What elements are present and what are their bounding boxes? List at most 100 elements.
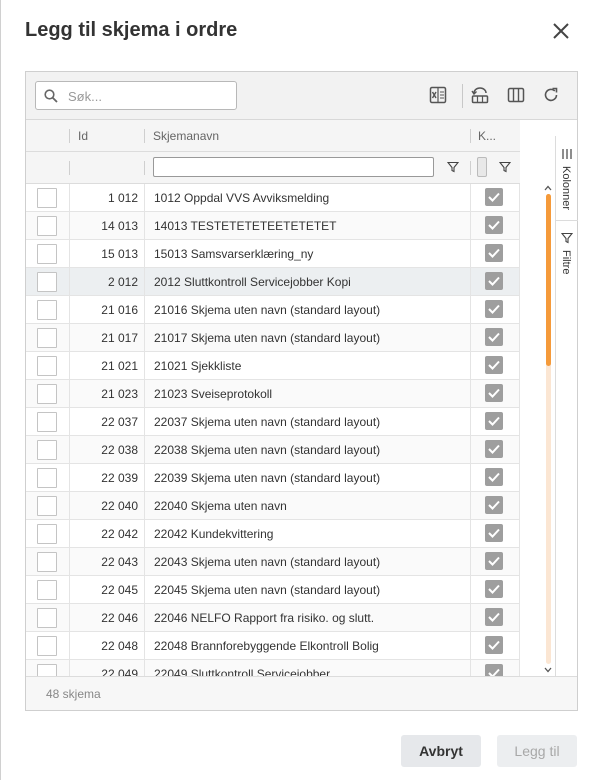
row-k-checkbox [485, 216, 503, 234]
row-select-checkbox[interactable] [37, 524, 57, 544]
column-separator [144, 492, 145, 520]
columns-button[interactable] [506, 85, 528, 107]
column-header-k[interactable]: K... [478, 120, 496, 152]
row-select-checkbox[interactable] [37, 664, 57, 676]
table-row[interactable]: 22 049 22049 Sluttkontroll Servicejobber [26, 660, 520, 676]
table-row[interactable]: 22 039 22039 Skjema uten navn (standard l… [26, 464, 520, 492]
row-id: 14 013 [101, 219, 138, 233]
search-input[interactable] [66, 86, 231, 106]
row-select-checkbox[interactable] [37, 580, 57, 600]
column-header-id[interactable]: Id [78, 120, 88, 152]
grid-body: 1 012 1012 Oppdal VVS Avviksmelding 14 013… [26, 184, 520, 676]
column-separator [144, 296, 145, 324]
column-separator [144, 520, 145, 548]
column-separator [519, 212, 520, 240]
name-filter-input[interactable] [153, 157, 434, 177]
row-name: 2012 Sluttkontroll Servicejobber Kopi [154, 275, 351, 289]
table-row[interactable]: 22 048 22048 Brannforebyggende Elkontroll… [26, 632, 520, 660]
header-separator [69, 161, 70, 175]
table-row[interactable]: 21 021 21021 Sjekkliste [26, 352, 520, 380]
scroll-down-icon[interactable] [543, 666, 553, 674]
cancel-button[interactable]: Avbryt [401, 735, 481, 767]
row-k-checkbox [485, 636, 503, 654]
table-row[interactable]: 22 045 22045 Skjema uten navn (standard l… [26, 576, 520, 604]
table-row[interactable]: 22 046 22046 NELFO Rapport fra risiko. og… [26, 604, 520, 632]
excel-export-button[interactable] [428, 85, 450, 107]
scroll-thumb[interactable] [546, 194, 551, 366]
table-row[interactable]: 15 013 15013 Samsvarserklæring_ny [26, 240, 520, 268]
row-id: 21 023 [101, 387, 138, 401]
check-icon [488, 388, 500, 398]
row-select-checkbox[interactable] [37, 272, 57, 292]
table-row[interactable]: 14 013 14013 TESTETETETEETETETET [26, 212, 520, 240]
column-separator [519, 436, 520, 464]
table-row[interactable]: 22 043 22043 Skjema uten navn (standard l… [26, 548, 520, 576]
check-icon [488, 360, 500, 370]
k-filter-input[interactable] [477, 157, 487, 177]
close-button[interactable] [549, 19, 573, 43]
table-row[interactable]: 22 038 22038 Skjema uten navn (standard l… [26, 436, 520, 464]
check-icon [488, 584, 500, 594]
vertical-scrollbar[interactable] [542, 184, 554, 676]
column-separator [470, 324, 471, 352]
column-separator [519, 660, 520, 676]
check-icon [488, 612, 500, 622]
scroll-up-icon[interactable] [543, 184, 553, 192]
row-select-checkbox[interactable] [37, 384, 57, 404]
refresh-button[interactable] [541, 85, 563, 107]
column-separator [144, 184, 145, 212]
row-k-checkbox [485, 580, 503, 598]
row-select-checkbox[interactable] [37, 468, 57, 488]
table-row[interactable]: 21 023 21023 Sveiseprotokoll [26, 380, 520, 408]
row-id: 15 013 [101, 247, 138, 261]
row-name: 1012 Oppdal VVS Avviksmelding [154, 191, 330, 205]
row-k-checkbox [485, 244, 503, 262]
side-tab-columns[interactable]: Kolonner [556, 144, 578, 220]
layout-reset-button[interactable] [470, 85, 492, 107]
name-filter-funnel-icon[interactable] [447, 161, 459, 173]
column-separator [519, 268, 520, 296]
table-row[interactable]: 21 017 21017 Skjema uten navn (standard l… [26, 324, 520, 352]
row-name: 21017 Skjema uten navn (standard layout) [154, 331, 381, 345]
table-row[interactable]: 22 042 22042 Kundekvittering [26, 520, 520, 548]
row-select-checkbox[interactable] [37, 300, 57, 320]
row-select-checkbox[interactable] [37, 608, 57, 628]
column-separator [144, 576, 145, 604]
row-select-checkbox[interactable] [37, 188, 57, 208]
row-id: 21 017 [101, 331, 138, 345]
table-row[interactable]: 2 012 2012 Sluttkontroll Servicejobber Ko… [26, 268, 520, 296]
k-filter-funnel-icon[interactable] [499, 161, 511, 173]
row-k-checkbox [485, 356, 503, 374]
row-k-checkbox [485, 440, 503, 458]
row-k-checkbox [485, 188, 503, 206]
grid-header-row: Id Skjemanavn K... [26, 120, 520, 152]
table-row[interactable]: 22 037 22037 Skjema uten navn (standard l… [26, 408, 520, 436]
check-icon [488, 192, 500, 202]
row-select-checkbox[interactable] [37, 552, 57, 572]
row-select-checkbox[interactable] [37, 496, 57, 516]
row-select-checkbox[interactable] [37, 244, 57, 264]
search-box[interactable] [35, 81, 237, 110]
row-select-checkbox[interactable] [37, 216, 57, 236]
row-name: 22039 Skjema uten navn (standard layout) [154, 471, 381, 485]
row-select-checkbox[interactable] [37, 636, 57, 656]
add-button[interactable]: Legg til [497, 735, 577, 767]
row-id: 2 012 [107, 275, 138, 289]
row-select-checkbox[interactable] [37, 440, 57, 460]
row-select-checkbox[interactable] [37, 412, 57, 432]
row-select-checkbox[interactable] [37, 356, 57, 376]
column-separator [144, 464, 145, 492]
column-separator [519, 604, 520, 632]
side-tab-filters[interactable]: Filtre [556, 228, 578, 288]
column-header-name[interactable]: Skjemanavn [153, 120, 219, 152]
column-separator [470, 184, 471, 212]
table-row[interactable]: 1 012 1012 Oppdal VVS Avviksmelding [26, 184, 520, 212]
row-k-checkbox [485, 300, 503, 318]
column-separator [519, 576, 520, 604]
table-row[interactable]: 22 040 22040 Skjema uten navn [26, 492, 520, 520]
row-select-checkbox[interactable] [37, 328, 57, 348]
row-id: 22 048 [101, 639, 138, 653]
row-id: 22 037 [101, 415, 138, 429]
row-name: 22040 Skjema uten navn [154, 499, 287, 513]
table-row[interactable]: 21 016 21016 Skjema uten navn (standard l… [26, 296, 520, 324]
